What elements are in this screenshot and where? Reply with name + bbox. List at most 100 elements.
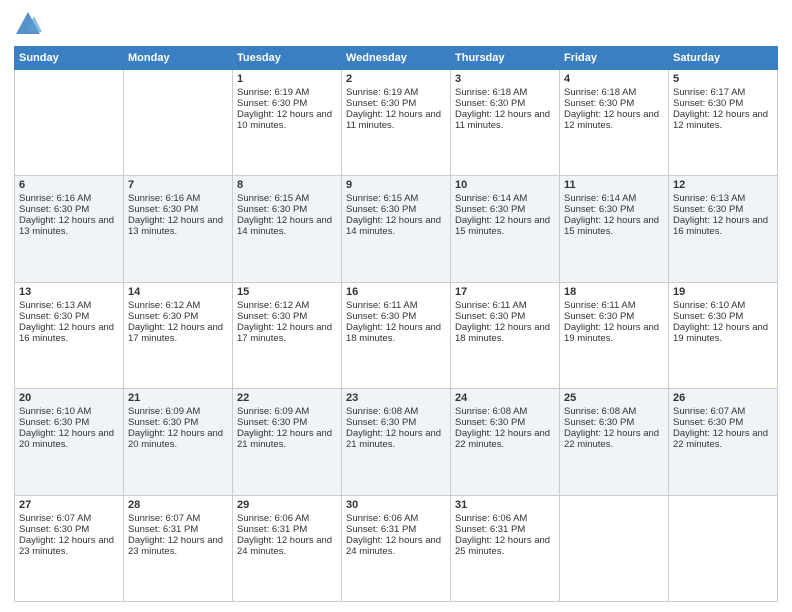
day-number: 25 xyxy=(564,392,664,404)
day-number: 30 xyxy=(346,499,446,511)
calendar-cell xyxy=(124,70,233,176)
sunrise-text: Sunrise: 6:13 AM xyxy=(19,300,119,311)
sunset-text: Sunset: 6:30 PM xyxy=(455,311,555,322)
day-number: 4 xyxy=(564,73,664,85)
day-number: 12 xyxy=(673,179,773,191)
day-number: 14 xyxy=(128,286,228,298)
day-number: 6 xyxy=(19,179,119,191)
sunset-text: Sunset: 6:31 PM xyxy=(128,524,228,535)
day-number: 15 xyxy=(237,286,337,298)
logo xyxy=(14,10,44,38)
sunrise-text: Sunrise: 6:13 AM xyxy=(673,193,773,204)
calendar-cell: 15Sunrise: 6:12 AMSunset: 6:30 PMDayligh… xyxy=(233,282,342,388)
daylight-text: Daylight: 12 hours and 15 minutes. xyxy=(564,215,664,237)
day-number: 8 xyxy=(237,179,337,191)
sunset-text: Sunset: 6:30 PM xyxy=(237,98,337,109)
day-number: 13 xyxy=(19,286,119,298)
sunrise-text: Sunrise: 6:10 AM xyxy=(673,300,773,311)
sunrise-text: Sunrise: 6:08 AM xyxy=(346,406,446,417)
calendar-cell: 7Sunrise: 6:16 AMSunset: 6:30 PMDaylight… xyxy=(124,176,233,282)
calendar-cell: 8Sunrise: 6:15 AMSunset: 6:30 PMDaylight… xyxy=(233,176,342,282)
header xyxy=(14,10,778,38)
calendar-cell: 5Sunrise: 6:17 AMSunset: 6:30 PMDaylight… xyxy=(669,70,778,176)
calendar-week-1: 1Sunrise: 6:19 AMSunset: 6:30 PMDaylight… xyxy=(15,70,778,176)
daylight-text: Daylight: 12 hours and 14 minutes. xyxy=(237,215,337,237)
sunset-text: Sunset: 6:30 PM xyxy=(128,204,228,215)
sunset-text: Sunset: 6:30 PM xyxy=(673,98,773,109)
calendar-week-3: 13Sunrise: 6:13 AMSunset: 6:30 PMDayligh… xyxy=(15,282,778,388)
sunset-text: Sunset: 6:30 PM xyxy=(673,204,773,215)
sunrise-text: Sunrise: 6:19 AM xyxy=(346,87,446,98)
calendar-cell: 11Sunrise: 6:14 AMSunset: 6:30 PMDayligh… xyxy=(560,176,669,282)
daylight-text: Daylight: 12 hours and 10 minutes. xyxy=(237,109,337,131)
sunrise-text: Sunrise: 6:10 AM xyxy=(19,406,119,417)
daylight-text: Daylight: 12 hours and 16 minutes. xyxy=(19,322,119,344)
day-number: 20 xyxy=(19,392,119,404)
sunrise-text: Sunrise: 6:14 AM xyxy=(564,193,664,204)
daylight-text: Daylight: 12 hours and 23 minutes. xyxy=(128,535,228,557)
calendar-cell: 19Sunrise: 6:10 AMSunset: 6:30 PMDayligh… xyxy=(669,282,778,388)
calendar-cell: 21Sunrise: 6:09 AMSunset: 6:30 PMDayligh… xyxy=(124,389,233,495)
sunrise-text: Sunrise: 6:16 AM xyxy=(19,193,119,204)
daylight-text: Daylight: 12 hours and 18 minutes. xyxy=(346,322,446,344)
sunset-text: Sunset: 6:30 PM xyxy=(128,417,228,428)
calendar-cell: 23Sunrise: 6:08 AMSunset: 6:30 PMDayligh… xyxy=(342,389,451,495)
calendar-cell xyxy=(15,70,124,176)
sunset-text: Sunset: 6:30 PM xyxy=(19,524,119,535)
calendar: SundayMondayTuesdayWednesdayThursdayFrid… xyxy=(14,46,778,602)
daylight-text: Daylight: 12 hours and 14 minutes. xyxy=(346,215,446,237)
day-number: 26 xyxy=(673,392,773,404)
sunrise-text: Sunrise: 6:11 AM xyxy=(455,300,555,311)
calendar-cell: 31Sunrise: 6:06 AMSunset: 6:31 PMDayligh… xyxy=(451,495,560,601)
day-number: 31 xyxy=(455,499,555,511)
daylight-text: Daylight: 12 hours and 24 minutes. xyxy=(237,535,337,557)
sunrise-text: Sunrise: 6:11 AM xyxy=(346,300,446,311)
day-number: 28 xyxy=(128,499,228,511)
calendar-cell: 22Sunrise: 6:09 AMSunset: 6:30 PMDayligh… xyxy=(233,389,342,495)
day-header-sunday: Sunday xyxy=(15,47,124,70)
daylight-text: Daylight: 12 hours and 25 minutes. xyxy=(455,535,555,557)
day-number: 21 xyxy=(128,392,228,404)
day-number: 3 xyxy=(455,73,555,85)
daylight-text: Daylight: 12 hours and 22 minutes. xyxy=(673,428,773,450)
day-header-wednesday: Wednesday xyxy=(342,47,451,70)
sunrise-text: Sunrise: 6:07 AM xyxy=(673,406,773,417)
calendar-cell: 2Sunrise: 6:19 AMSunset: 6:30 PMDaylight… xyxy=(342,70,451,176)
calendar-cell: 18Sunrise: 6:11 AMSunset: 6:30 PMDayligh… xyxy=(560,282,669,388)
daylight-text: Daylight: 12 hours and 23 minutes. xyxy=(19,535,119,557)
sunrise-text: Sunrise: 6:12 AM xyxy=(237,300,337,311)
sunrise-text: Sunrise: 6:09 AM xyxy=(128,406,228,417)
sunset-text: Sunset: 6:30 PM xyxy=(19,204,119,215)
sunrise-text: Sunrise: 6:17 AM xyxy=(673,87,773,98)
day-header-saturday: Saturday xyxy=(669,47,778,70)
sunset-text: Sunset: 6:30 PM xyxy=(346,311,446,322)
sunset-text: Sunset: 6:31 PM xyxy=(346,524,446,535)
daylight-text: Daylight: 12 hours and 22 minutes. xyxy=(455,428,555,450)
sunrise-text: Sunrise: 6:19 AM xyxy=(237,87,337,98)
day-number: 22 xyxy=(237,392,337,404)
calendar-cell: 3Sunrise: 6:18 AMSunset: 6:30 PMDaylight… xyxy=(451,70,560,176)
sunrise-text: Sunrise: 6:07 AM xyxy=(128,513,228,524)
calendar-cell: 29Sunrise: 6:06 AMSunset: 6:31 PMDayligh… xyxy=(233,495,342,601)
day-number: 16 xyxy=(346,286,446,298)
sunrise-text: Sunrise: 6:11 AM xyxy=(564,300,664,311)
calendar-cell: 9Sunrise: 6:15 AMSunset: 6:30 PMDaylight… xyxy=(342,176,451,282)
daylight-text: Daylight: 12 hours and 13 minutes. xyxy=(128,215,228,237)
sunrise-text: Sunrise: 6:15 AM xyxy=(237,193,337,204)
sunset-text: Sunset: 6:30 PM xyxy=(455,98,555,109)
calendar-cell xyxy=(560,495,669,601)
sunrise-text: Sunrise: 6:06 AM xyxy=(237,513,337,524)
sunrise-text: Sunrise: 6:12 AM xyxy=(128,300,228,311)
calendar-cell: 24Sunrise: 6:08 AMSunset: 6:30 PMDayligh… xyxy=(451,389,560,495)
sunrise-text: Sunrise: 6:06 AM xyxy=(455,513,555,524)
day-number: 10 xyxy=(455,179,555,191)
sunrise-text: Sunrise: 6:07 AM xyxy=(19,513,119,524)
sunset-text: Sunset: 6:30 PM xyxy=(455,417,555,428)
sunrise-text: Sunrise: 6:18 AM xyxy=(455,87,555,98)
day-header-thursday: Thursday xyxy=(451,47,560,70)
daylight-text: Daylight: 12 hours and 12 minutes. xyxy=(564,109,664,131)
daylight-text: Daylight: 12 hours and 24 minutes. xyxy=(346,535,446,557)
sunset-text: Sunset: 6:30 PM xyxy=(564,98,664,109)
daylight-text: Daylight: 12 hours and 15 minutes. xyxy=(455,215,555,237)
day-number: 2 xyxy=(346,73,446,85)
